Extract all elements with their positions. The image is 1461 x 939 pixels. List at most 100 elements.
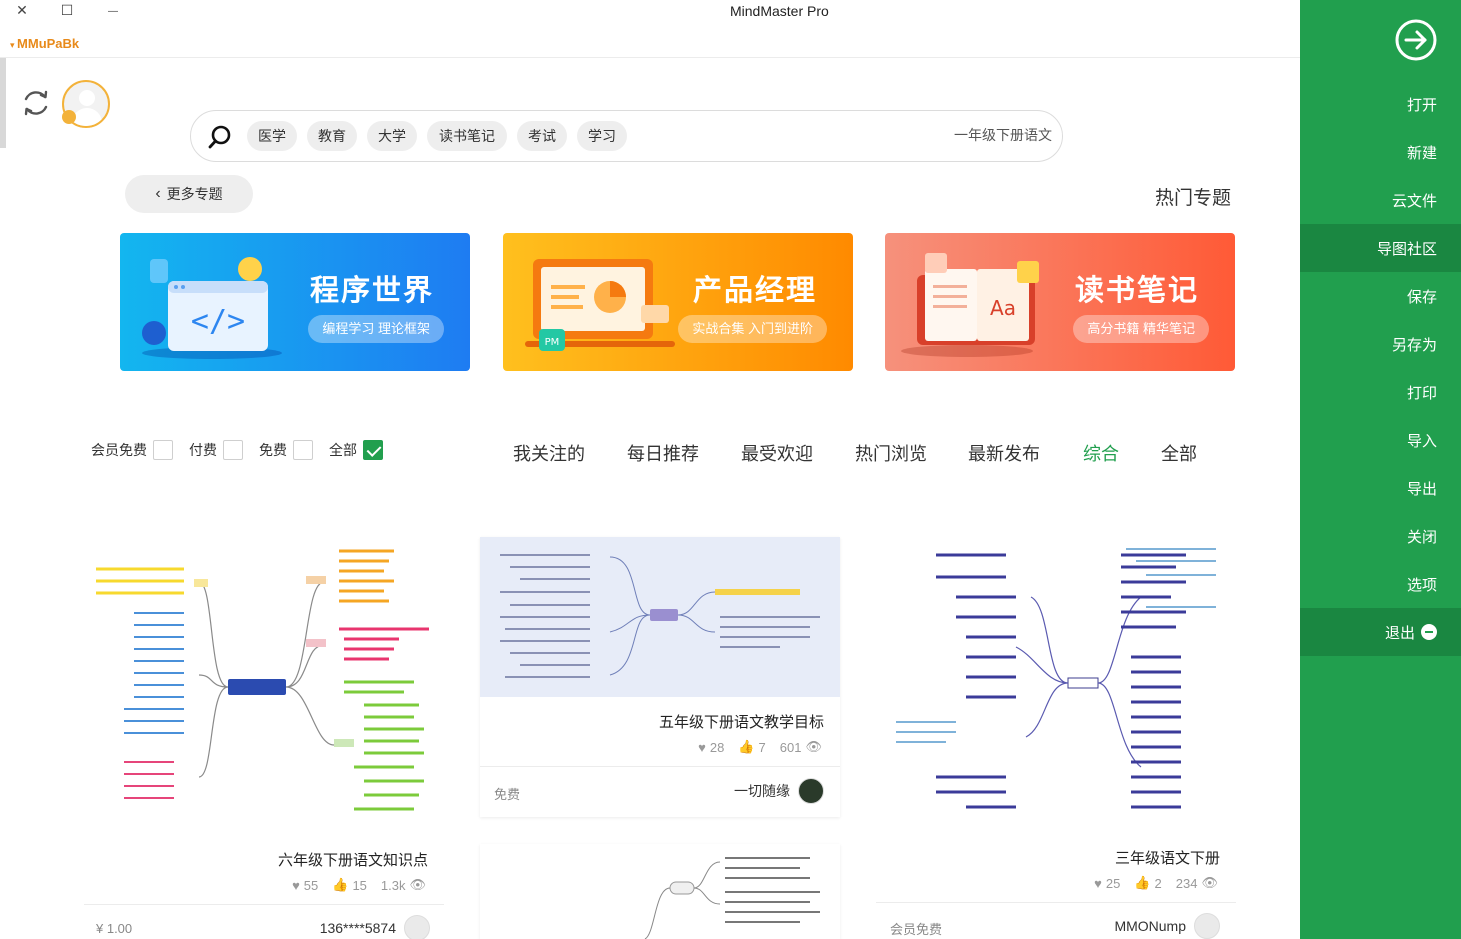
mindmap-card[interactable]: 三年级语文下册 ♥ 25 👍 2 234 👁 MMONump 会员免费 bbox=[876, 537, 1236, 939]
eye-icon: 👁 bbox=[409, 877, 426, 892]
filter-checkbox[interactable] bbox=[293, 440, 313, 460]
account-menu[interactable]: ▾ MMuPaBk bbox=[10, 36, 79, 51]
presentation-screen-illustration-icon: PM bbox=[525, 259, 675, 351]
minus-circle-icon bbox=[1421, 624, 1437, 640]
menu-item-community[interactable]: 导图社区 bbox=[1300, 224, 1461, 272]
menu-item-save-as[interactable]: 另存为 bbox=[1300, 320, 1461, 368]
card-title: 五年级下册语文教学目标 bbox=[658, 714, 824, 731]
search-icon[interactable] bbox=[207, 124, 233, 150]
search-tag[interactable]: 考试 bbox=[517, 121, 567, 151]
filter-free[interactable]: 免费 bbox=[259, 440, 313, 460]
menu-item-save[interactable]: 保存 bbox=[1300, 272, 1461, 320]
favorites-value: 55 bbox=[303, 877, 319, 893]
file-menu-sidebar: 打开 新建 云文件 导图社区 保存 另存为 打印 导入 导出 关闭 选项 退出 bbox=[1300, 0, 1461, 939]
filter-label: 会员免费 bbox=[91, 442, 147, 458]
svg-text:Aa: Aa bbox=[990, 296, 1016, 320]
filter-label: 免费 bbox=[259, 442, 287, 458]
tab-comprehensive[interactable]: 综合 bbox=[1083, 440, 1119, 466]
thumbs-up-icon: 👍 bbox=[332, 877, 349, 892]
banner-product-manager[interactable]: PM 产品经理 实战合集 入门到进阶 bbox=[503, 233, 853, 371]
tab-most-liked[interactable]: 最受欢迎 bbox=[741, 440, 813, 466]
menu-item-open[interactable]: 打开 bbox=[1300, 80, 1461, 128]
likes-count: 👍 7 bbox=[738, 739, 765, 755]
menu-item-exit-label: 退出 bbox=[1384, 624, 1415, 642]
favorites-value: 25 bbox=[1105, 875, 1121, 891]
tab-all[interactable]: 全部 bbox=[1161, 440, 1197, 466]
card-price: 会员免费 bbox=[890, 922, 943, 937]
refresh-icon[interactable] bbox=[20, 87, 52, 119]
open-book-illustration-icon: Aa bbox=[901, 253, 1039, 357]
likes-count: 👍 15 bbox=[332, 877, 367, 893]
heart-icon: ♥ bbox=[1094, 875, 1102, 891]
banner-programming[interactable]: </> 程序世界 编程学习 理论框架 bbox=[120, 233, 470, 371]
banner-reading-notes[interactable]: Aa 读书笔记 高分书籍 精华笔记 bbox=[885, 233, 1235, 371]
arrow-right-circle-icon bbox=[1395, 19, 1436, 61]
heart-icon: ♥ bbox=[292, 877, 300, 893]
scrollbar[interactable] bbox=[0, 58, 6, 148]
tab-daily-picks[interactable]: 每日推荐 bbox=[627, 440, 699, 466]
eye-icon: 👁 bbox=[1201, 875, 1218, 890]
heart-icon: ♥ bbox=[698, 739, 706, 755]
search-tag[interactable]: 学习 bbox=[577, 121, 627, 151]
card-title: 六年级下册语文知识点 bbox=[277, 852, 428, 869]
tab-latest[interactable]: 最新发布 bbox=[968, 440, 1040, 466]
menu-item-print[interactable]: 打印 bbox=[1300, 368, 1461, 416]
mindmap-card[interactable] bbox=[480, 844, 840, 939]
views-count: 1.3k 👁 bbox=[381, 877, 426, 893]
filter-checkbox[interactable] bbox=[363, 440, 383, 460]
mindmap-card[interactable]: 六年级下册语文知识点 ♥ 55 👍 15 1.3k 👁 136****5874 ¥ 1… bbox=[84, 537, 444, 939]
maximize-window-button[interactable]: ☐ bbox=[57, 2, 77, 19]
search-tag[interactable]: 读书笔记 bbox=[427, 121, 507, 151]
tab-hot-views[interactable]: 热门浏览 bbox=[855, 440, 927, 466]
banner-title: 程序世界 bbox=[309, 275, 434, 307]
mindmap-card[interactable]: 五年级下册语文教学目标 ♥ 28 👍 7 601 👁 一切随缘 免费 bbox=[480, 537, 840, 817]
menu-item-new[interactable]: 新建 bbox=[1300, 128, 1461, 176]
mindmap-thumbnail-icon bbox=[480, 537, 840, 697]
banner-subtitle: 实战合集 入门到进阶 bbox=[678, 315, 827, 343]
account-dropdown-icon: ▾ bbox=[10, 40, 18, 50]
filter-checkbox[interactable] bbox=[223, 440, 243, 460]
menu-item-options[interactable]: 选项 bbox=[1300, 560, 1461, 608]
thumbs-up-icon: 👍 bbox=[738, 739, 755, 754]
search-input[interactable] bbox=[792, 127, 1052, 143]
card-author[interactable]: 一切随缘 bbox=[734, 778, 824, 804]
mindmap-thumbnail-icon bbox=[96, 549, 429, 811]
likes-count: 👍 2 bbox=[1134, 875, 1161, 891]
menu-item-cloud-files[interactable]: 云文件 bbox=[1300, 176, 1461, 224]
close-window-button[interactable]: ✕ bbox=[12, 2, 32, 19]
views-count: 601 👁 bbox=[780, 739, 822, 755]
minimize-window-button[interactable]: — bbox=[103, 6, 123, 17]
avatar-head-shape bbox=[79, 90, 95, 106]
chevron-left-icon: ‹ bbox=[155, 185, 161, 202]
tab-following[interactable]: 我关注的 bbox=[513, 440, 585, 466]
card-author[interactable]: 136****5874 bbox=[320, 915, 430, 939]
eye-icon: 👁 bbox=[805, 739, 822, 754]
author-name: 一切随缘 bbox=[734, 783, 790, 799]
menu-item-close[interactable]: 关闭 bbox=[1300, 512, 1461, 560]
likes-value: 7 bbox=[758, 739, 766, 755]
vip-badge-icon bbox=[62, 110, 76, 124]
favorites-value: 28 bbox=[709, 739, 725, 755]
more-topics-button[interactable]: ‹ 更多专题 bbox=[125, 175, 253, 213]
banner-subtitle: 编程学习 理论框架 bbox=[308, 315, 444, 343]
menu-item-export[interactable]: 导出 bbox=[1300, 464, 1461, 512]
svg-text:PM: PM bbox=[545, 337, 560, 348]
filter-all[interactable]: 全部 bbox=[329, 440, 383, 460]
search-tag[interactable]: 大学 bbox=[367, 121, 417, 151]
filter-paid[interactable]: 付费 bbox=[189, 440, 243, 460]
back-arrow-button[interactable] bbox=[1300, 0, 1461, 80]
search-tag[interactable]: 医学 bbox=[247, 121, 297, 151]
svg-text:</>: </> bbox=[191, 304, 245, 339]
menu-item-exit[interactable]: 退出 bbox=[1300, 608, 1461, 656]
code-window-illustration-icon: </> bbox=[142, 257, 282, 359]
card-stats: ♥ 55 👍 15 1.3k 👁 bbox=[292, 877, 426, 893]
divider bbox=[84, 904, 444, 905]
more-topics-label: 更多专题 bbox=[166, 186, 223, 202]
filter-member-free[interactable]: 会员免费 bbox=[91, 440, 173, 460]
banner-title: 产品经理 bbox=[692, 275, 817, 307]
search-tag[interactable]: 教育 bbox=[307, 121, 357, 151]
menu-item-import[interactable]: 导入 bbox=[1300, 416, 1461, 464]
avatar-body-shape bbox=[72, 108, 102, 126]
filter-checkbox[interactable] bbox=[153, 440, 173, 460]
card-author[interactable]: MMONump bbox=[1114, 913, 1220, 939]
